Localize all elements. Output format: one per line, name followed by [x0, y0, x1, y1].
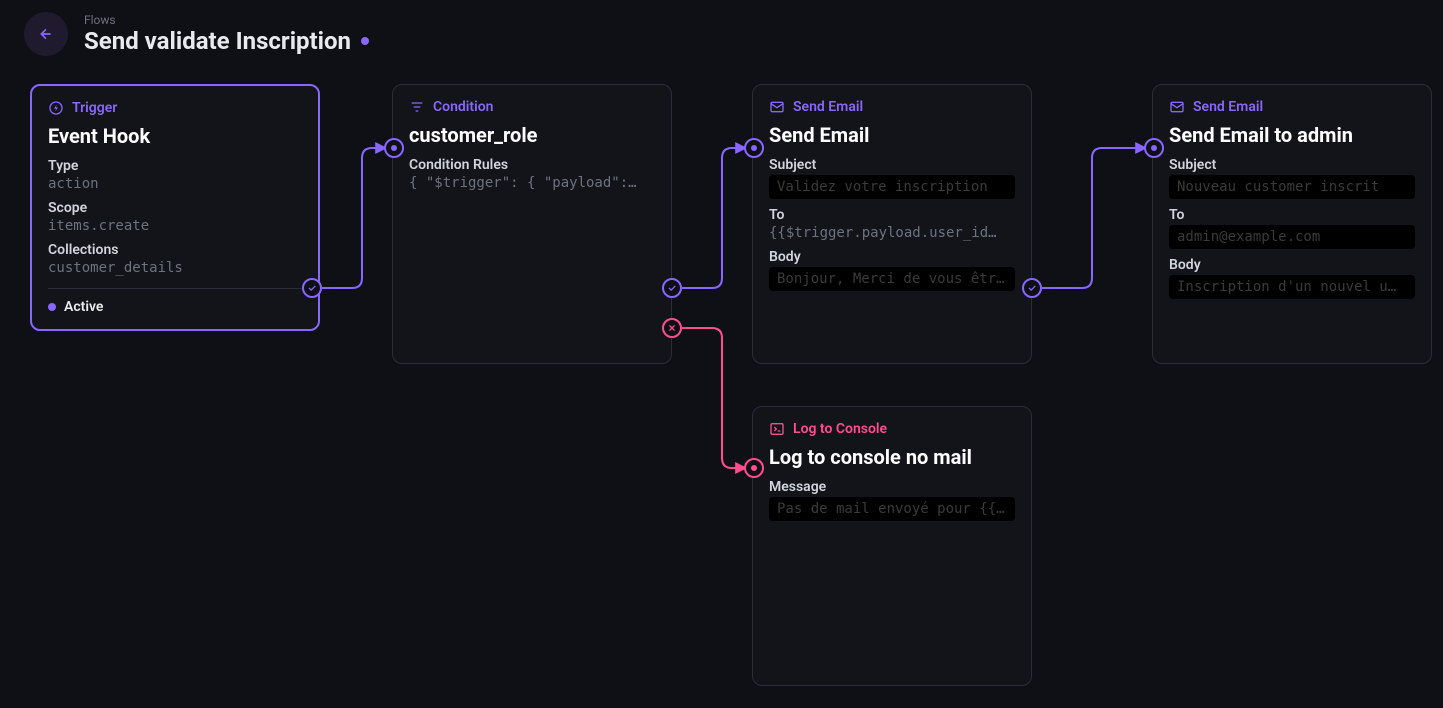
arrow-left-icon [38, 26, 54, 42]
check-icon [667, 283, 677, 293]
divider [48, 288, 302, 289]
node-trigger[interactable]: Trigger Event Hook Type action Scope ite… [30, 84, 320, 331]
port-resolve[interactable] [662, 278, 682, 298]
check-icon [307, 283, 317, 293]
node-title: Log to console no mail [769, 445, 1015, 469]
port-target[interactable] [744, 458, 764, 478]
field-value: Validez votre inscription [769, 175, 1015, 199]
node-send-email[interactable]: Send Email Send Email Subject Validez vo… [752, 84, 1032, 364]
port-target[interactable] [744, 138, 764, 158]
field-value: Pas de mail envoyé pour {{… [769, 497, 1015, 521]
field-label: Subject [769, 157, 1015, 173]
field-value: Nouveau customer inscrit [1169, 175, 1415, 199]
field-label: Scope [48, 200, 302, 216]
node-log-console[interactable]: Log to Console Log to console no mail Me… [752, 406, 1032, 686]
status-indicator-icon [361, 37, 369, 45]
node-type-label: Send Email [769, 99, 1015, 115]
field-label: To [1169, 207, 1415, 223]
port-target[interactable] [1144, 138, 1164, 158]
check-icon [1027, 283, 1037, 293]
field-value: { "$trigger": { "payload":… [409, 175, 655, 191]
field-label: Collections [48, 242, 302, 258]
field-value: Inscription d'un nouvel u… [1169, 275, 1415, 299]
field-label: To [769, 207, 1015, 223]
node-type-label: Send Email [1169, 99, 1415, 115]
node-condition[interactable]: Condition customer_role Condition Rules … [392, 84, 672, 364]
breadcrumb[interactable]: Flows [84, 13, 369, 27]
port-resolve[interactable] [302, 278, 322, 298]
node-type-label: Trigger [48, 100, 302, 116]
node-title: Event Hook [48, 124, 302, 148]
field-label: Type [48, 158, 302, 174]
field-label: Body [1169, 257, 1415, 273]
field-value: admin@example.com [1169, 225, 1415, 249]
bolt-icon [48, 100, 64, 116]
close-icon [667, 323, 677, 333]
mail-icon [1169, 99, 1185, 115]
field-label: Subject [1169, 157, 1415, 173]
node-type-label: Condition [409, 99, 655, 115]
node-title: Send Email [769, 123, 1015, 147]
node-title: customer_role [409, 123, 655, 147]
node-title: Send Email to admin [1169, 123, 1415, 147]
port-target[interactable] [384, 138, 404, 158]
mail-icon [769, 99, 785, 115]
field-value: {{$trigger.payload.user_id… [769, 225, 1015, 241]
filter-icon [409, 99, 425, 115]
field-label: Message [769, 479, 1015, 495]
port-reject[interactable] [662, 318, 682, 338]
flow-canvas[interactable]: Trigger Event Hook Type action Scope ite… [0, 56, 1443, 706]
field-value: action [48, 176, 302, 192]
node-type-label: Log to Console [769, 421, 1015, 437]
field-value: customer_details [48, 260, 302, 276]
status-dot-icon [48, 303, 56, 311]
port-resolve[interactable] [1022, 278, 1042, 298]
back-button[interactable] [24, 12, 68, 56]
page-title: Send validate Inscription [84, 27, 369, 55]
field-value: Bonjour, Merci de vous êtr… [769, 267, 1015, 291]
field-value: items.create [48, 218, 302, 234]
terminal-icon [769, 421, 785, 437]
field-label: Condition Rules [409, 157, 655, 173]
field-label: Body [769, 249, 1015, 265]
node-send-email-admin[interactable]: Send Email Send Email to admin Subject N… [1152, 84, 1432, 364]
status-badge: Active [48, 299, 302, 315]
